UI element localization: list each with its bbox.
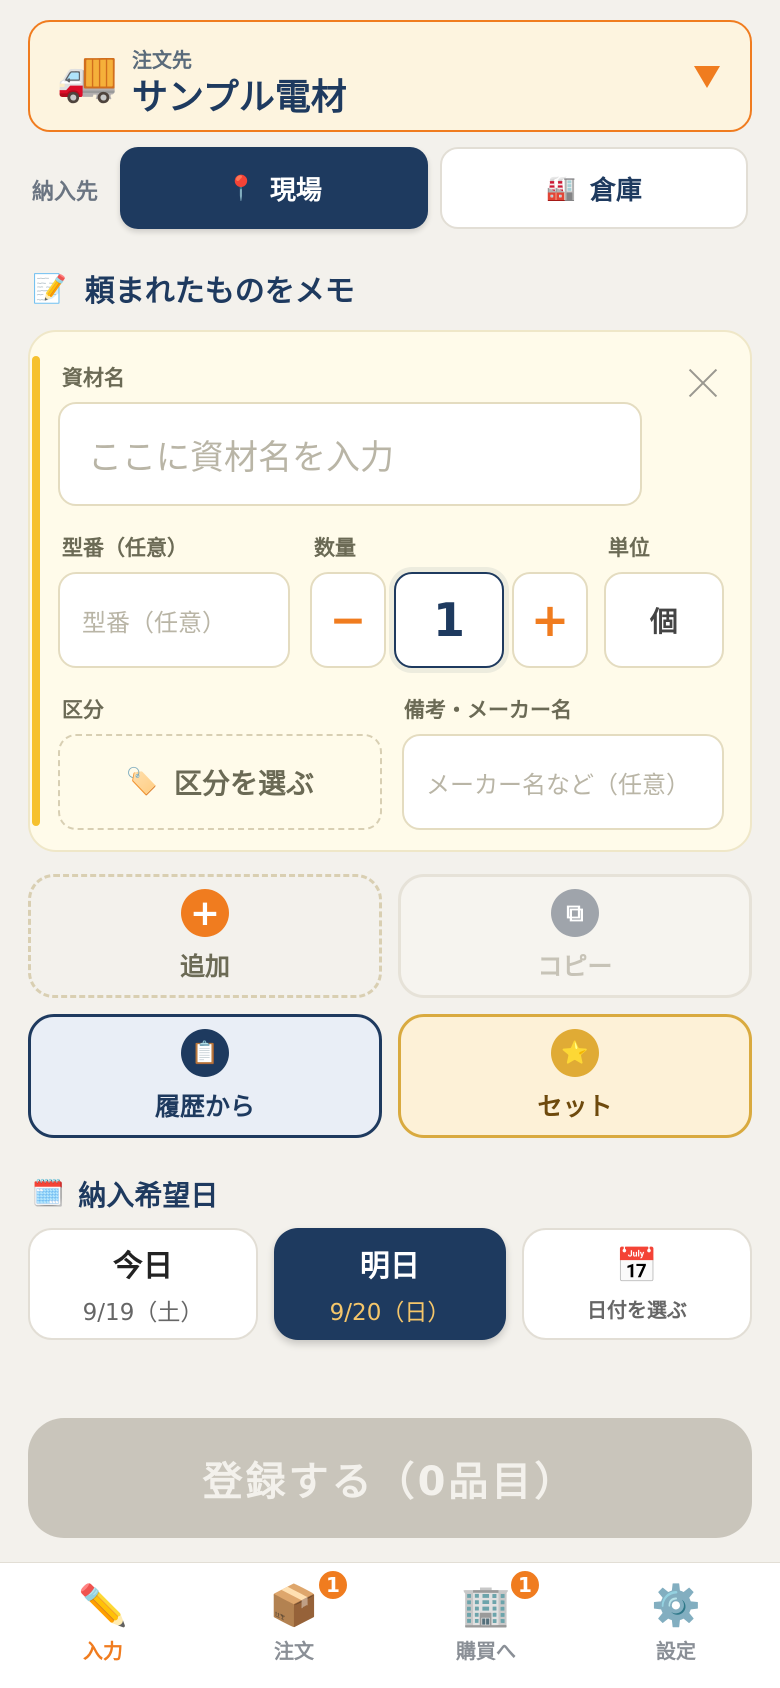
set-label: セット	[537, 1092, 613, 1121]
model-placeholder: 型番（任意）	[82, 608, 226, 637]
calendar-page-icon: 📅	[615, 1245, 659, 1286]
category-button-label: 区分を選ぶ	[174, 767, 315, 800]
memo-heading: 📝 頼まれたものをメモ	[32, 266, 355, 310]
plus-circle-icon: +	[181, 889, 229, 937]
calendar-icon: 🗓️	[32, 1179, 65, 1209]
material-name-placeholder: ここに資材名を入力	[88, 437, 394, 478]
notes-input[interactable]: メーカー名など（任意）	[402, 734, 724, 830]
bottom-nav: ✏️ 入力 📦 1 注文 🏢 1 購買へ ⚙️ 設定	[0, 1562, 780, 1688]
nav-item-input[interactable]: ✏️ 入力	[43, 1583, 163, 1679]
category-label: 区分	[62, 698, 104, 722]
from-history-button[interactable]: 📋 履歴から	[28, 1014, 382, 1138]
supplier-name: サンプル電材	[132, 77, 347, 118]
date-pick-button[interactable]: 📅 日付を選ぶ	[522, 1228, 752, 1340]
copy-icon: ⧉	[551, 889, 599, 937]
model-label: 型番（任意）	[62, 536, 188, 560]
delivery-date-heading-text: 納入希望日	[78, 1179, 219, 1212]
date-tomorrow-value: 9/20（日）	[329, 1300, 451, 1326]
destination-site-button[interactable]: 📍 現場	[120, 147, 428, 229]
truck-icon: 🚚	[56, 47, 119, 105]
material-name-label: 資材名	[62, 366, 125, 390]
destination-warehouse-label: 倉庫	[589, 175, 642, 206]
tag-icon: 🏷️	[125, 767, 159, 797]
pin-icon: 📍	[226, 174, 256, 202]
quantity-value[interactable]: 1	[394, 572, 504, 668]
plus-icon: +	[530, 593, 570, 647]
building-icon: 🏢 1	[461, 1569, 541, 1629]
nav-item-purchasing-label: 購買へ	[456, 1639, 516, 1663]
delivery-date-heading: 🗓️ 納入希望日	[32, 1174, 218, 1214]
item-card: 資材名 ここに資材名を入力 型番（任意） 型番（任意） 数量 − 1 + 単位 …	[28, 330, 752, 852]
submit-button[interactable]: 登録する（0品目）	[28, 1418, 752, 1538]
from-history-label: 履歴から	[154, 1092, 255, 1121]
nav-item-settings-label: 設定	[656, 1639, 696, 1663]
copy-item-button[interactable]: ⧉ コピー	[398, 874, 752, 998]
notes-placeholder: メーカー名など（任意）	[426, 770, 690, 799]
add-item-label: 追加	[179, 952, 230, 981]
clipboard-icon: 📋	[181, 1029, 229, 1077]
orders-badge: 1	[316, 1569, 349, 1601]
date-pick-label: 日付を選ぶ	[587, 1297, 687, 1322]
memo-icon: 📝	[32, 271, 67, 305]
nav-item-input-label: 入力	[83, 1639, 123, 1663]
notes-label: 備考・メーカー名	[404, 698, 572, 722]
date-today-label: 今日	[113, 1249, 173, 1284]
date-tomorrow-label: 明日	[360, 1249, 420, 1284]
date-today-value: 9/19（土）	[82, 1300, 204, 1326]
submit-label: 登録する（0品目）	[202, 1459, 578, 1505]
factory-icon: 🏭	[546, 174, 576, 202]
package-icon: 📦 1	[269, 1569, 349, 1629]
dropdown-caret-icon	[694, 66, 720, 88]
date-today-button[interactable]: 今日 9/19（土）	[28, 1228, 258, 1340]
unit-selector[interactable]: 個	[604, 572, 724, 668]
copy-item-label: コピー	[537, 952, 613, 981]
pencil-icon: ✏️	[78, 1583, 128, 1629]
set-button[interactable]: ⭐ セット	[398, 1014, 752, 1138]
nav-item-orders[interactable]: 📦 1 注文	[234, 1569, 354, 1679]
memo-heading-text: 頼まれたものをメモ	[84, 274, 355, 309]
destination-site-label: 現場	[269, 175, 322, 206]
quantity-plus-button[interactable]: +	[512, 572, 588, 668]
material-name-input[interactable]: ここに資材名を入力	[58, 402, 642, 506]
unit-value: 個	[649, 605, 678, 638]
quantity-label: 数量	[314, 536, 356, 560]
close-icon[interactable]	[686, 366, 720, 400]
gear-icon: ⚙️	[651, 1583, 701, 1629]
star-icon: ⭐	[551, 1029, 599, 1077]
quantity-minus-button[interactable]: −	[310, 572, 386, 668]
supplier-selector[interactable]: 🚚 注文先 サンプル電材	[28, 20, 752, 132]
model-input[interactable]: 型番（任意）	[58, 572, 290, 668]
nav-item-orders-label: 注文	[274, 1639, 314, 1663]
destination-warehouse-button[interactable]: 🏭 倉庫	[440, 147, 748, 229]
nav-item-settings[interactable]: ⚙️ 設定	[616, 1583, 736, 1679]
quantity-value-text: 1	[432, 593, 465, 647]
date-tomorrow-button[interactable]: 明日 9/20（日）	[274, 1228, 506, 1340]
unit-label: 単位	[608, 536, 650, 560]
destination-label: 納入先	[32, 180, 99, 205]
add-item-button[interactable]: + 追加	[28, 874, 382, 998]
item-card-stripe	[32, 356, 40, 826]
minus-icon: −	[329, 594, 367, 646]
nav-item-purchasing[interactable]: 🏢 1 購買へ	[426, 1569, 546, 1679]
category-select-button[interactable]: 🏷️ 区分を選ぶ	[58, 734, 382, 830]
purchasing-badge: 1	[508, 1569, 541, 1601]
